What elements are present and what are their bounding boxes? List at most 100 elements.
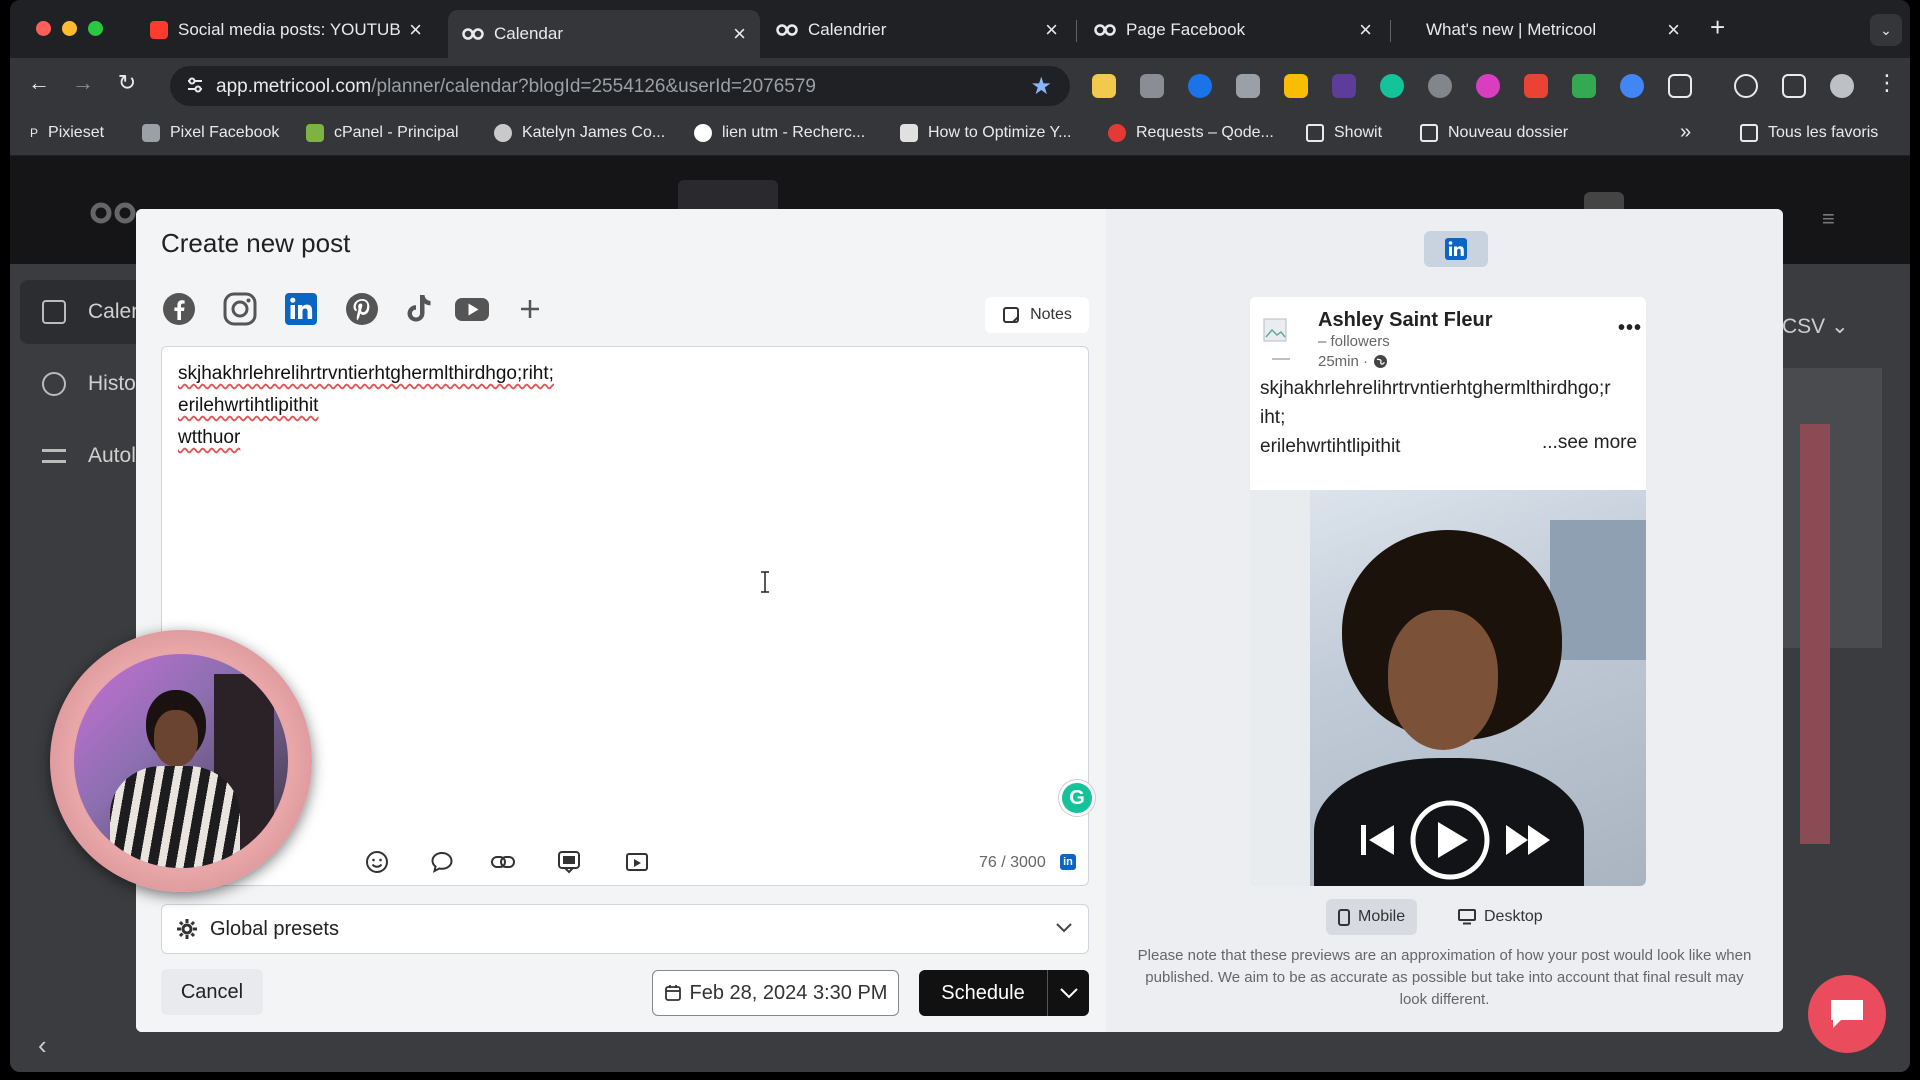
schedule-button[interactable]: Schedule: [919, 970, 1047, 1016]
linkedin-counter-icon: in: [1060, 854, 1076, 870]
bookmark-lien-utm[interactable]: lien utm - Recherc...: [694, 124, 865, 142]
bookmark-pixieset[interactable]: P Pixieset: [30, 124, 104, 142]
close-tab-icon[interactable]: ×: [1667, 19, 1680, 41]
site-settings-icon[interactable]: [186, 76, 204, 94]
bookmark-katelyn-james[interactable]: Katelyn James Co...: [494, 124, 665, 142]
tab-calendrier[interactable]: Calendrier ×: [762, 12, 1072, 48]
zoom-window-button[interactable]: [88, 21, 103, 36]
bookmark-nouveau-dossier[interactable]: Nouveau dossier: [1420, 124, 1568, 142]
schedule-date-picker[interactable]: Feb 28, 2024 3:30 PM: [652, 970, 899, 1016]
link-icon[interactable]: [490, 849, 516, 875]
bookmark-star-icon[interactable]: ★: [1030, 72, 1052, 101]
youtube-icon[interactable]: [454, 291, 490, 327]
extensions-puzzle-icon[interactable]: [1668, 74, 1692, 98]
extension-icon[interactable]: [1092, 74, 1116, 98]
csv-dropdown[interactable]: CSV ⌄: [1782, 314, 1849, 339]
grammarly-icon[interactable]: G: [1059, 780, 1095, 816]
extension-icon[interactable]: [1188, 74, 1212, 98]
browser-menu-icon[interactable]: ⋮: [1872, 70, 1902, 96]
close-tab-icon[interactable]: ×: [733, 23, 746, 45]
extension-icon[interactable]: [1284, 74, 1308, 98]
global-presets-dropdown[interactable]: Global presets: [161, 904, 1089, 954]
post-video-thumbnail[interactable]: [1250, 490, 1646, 886]
webcam-video: [74, 654, 288, 868]
bookmark-favicon-icon: [142, 124, 160, 142]
collapse-sidebar-chevron-icon[interactable]: ‹: [38, 1030, 47, 1061]
globe-icon: [1374, 355, 1388, 368]
instagram-icon[interactable]: [222, 291, 258, 327]
tiktok-icon[interactable]: [400, 291, 436, 327]
bookmark-showit-folder[interactable]: Showit: [1306, 124, 1382, 142]
cancel-button[interactable]: Cancel: [161, 969, 263, 1015]
pinterest-icon[interactable]: [344, 291, 380, 327]
chevron-down-icon: [1060, 988, 1078, 999]
chat-icon: [1831, 1000, 1863, 1028]
extension-icon[interactable]: [1620, 74, 1644, 98]
tab-youtube[interactable]: Social media posts: YOUTUBE ×: [136, 12, 436, 48]
bookmark-favicon-icon: [494, 124, 512, 142]
extension-icon[interactable]: [1572, 74, 1596, 98]
calendar-icon: [42, 300, 66, 324]
extension-icon[interactable]: [1140, 74, 1164, 98]
schedule-options-dropdown[interactable]: [1047, 970, 1089, 1016]
extension-icon[interactable]: [1476, 74, 1500, 98]
address-bar[interactable]: app.metricool.com/planner/calendar?blogI…: [170, 66, 1070, 106]
gif-icon[interactable]: [556, 849, 582, 875]
emoji-icon[interactable]: [364, 849, 390, 875]
performance-icon[interactable]: [1734, 74, 1758, 98]
extension-icon[interactable]: [1332, 74, 1356, 98]
close-tab-icon[interactable]: ×: [409, 19, 422, 41]
calendar-event-block[interactable]: [1800, 424, 1830, 844]
mobile-preview-toggle[interactable]: Mobile: [1326, 899, 1418, 935]
notes-button[interactable]: Notes: [985, 297, 1089, 333]
bookmarks-overflow-button[interactable]: »: [1680, 121, 1691, 144]
forward-button[interactable]: →: [68, 70, 98, 96]
bookmark-requests-qode[interactable]: Requests – Qode...: [1108, 124, 1274, 142]
comment-icon[interactable]: [429, 849, 455, 875]
tab-calendar[interactable]: Calendar ×: [448, 10, 760, 58]
support-chat-button[interactable]: [1808, 975, 1886, 1053]
close-tab-icon[interactable]: ×: [1045, 19, 1058, 41]
metricool-logo-icon: [90, 202, 136, 224]
reload-button[interactable]: ↻: [112, 70, 142, 96]
folder-icon: [1740, 124, 1758, 142]
tab-page-facebook[interactable]: Page Facebook ×: [1080, 12, 1386, 48]
profile-avatar[interactable]: [1830, 74, 1854, 98]
google-icon: [694, 124, 712, 142]
extension-icon[interactable]: [1524, 74, 1548, 98]
linkedin-post-preview: Ashley Saint Fleur – followers 25min · •…: [1250, 297, 1646, 886]
media-folder-icon[interactable]: [624, 849, 650, 875]
bookmark-cpanel[interactable]: cPanel - Principal: [306, 124, 459, 142]
app-menu-icon[interactable]: ≡: [1822, 206, 1835, 232]
list-icon: [42, 449, 66, 463]
bookmark-pixel-facebook[interactable]: Pixel Facebook: [142, 124, 279, 142]
tab-search-button[interactable]: ⌄: [1870, 14, 1902, 46]
side-panel-icon[interactable]: [1782, 74, 1806, 98]
grammarly-extension-icon[interactable]: [1380, 74, 1404, 98]
plus-icon[interactable]: [512, 291, 548, 327]
bookmark-how-to-optimize[interactable]: How to Optimize Y...: [900, 124, 1071, 142]
more-options-icon[interactable]: •••: [1618, 317, 1642, 340]
close-window-button[interactable]: [36, 21, 51, 36]
fast-forward-icon: [1506, 825, 1550, 855]
new-tab-button[interactable]: +: [1710, 12, 1725, 43]
desktop-icon: [1458, 909, 1476, 925]
facebook-icon[interactable]: [161, 291, 197, 327]
extension-icon[interactable]: [1428, 74, 1452, 98]
desktop-preview-toggle[interactable]: Desktop: [1446, 899, 1555, 935]
tab-strip: Social media posts: YOUTUBE × Calendar ×…: [10, 0, 1910, 58]
minimize-window-button[interactable]: [62, 21, 77, 36]
close-tab-icon[interactable]: ×: [1359, 19, 1372, 41]
folder-icon: [1306, 124, 1324, 142]
tab-whats-new[interactable]: What's new | Metricool ×: [1394, 12, 1694, 48]
linkedin-icon[interactable]: [283, 291, 319, 327]
previous-icon: [1361, 825, 1394, 855]
back-button[interactable]: ←: [24, 70, 54, 96]
metricool-favicon-icon: [462, 28, 484, 40]
editor-line: skjhakhrlehrelihrtrvntierhtghermlthirdhg…: [178, 363, 554, 384]
all-bookmarks-folder[interactable]: Tous les favoris: [1740, 124, 1878, 142]
see-more-link[interactable]: ...see more: [1542, 432, 1637, 454]
post-time: 25min ·: [1318, 353, 1388, 370]
camera-extension-icon[interactable]: [1236, 74, 1260, 98]
preview-network-linkedin[interactable]: [1424, 231, 1488, 267]
